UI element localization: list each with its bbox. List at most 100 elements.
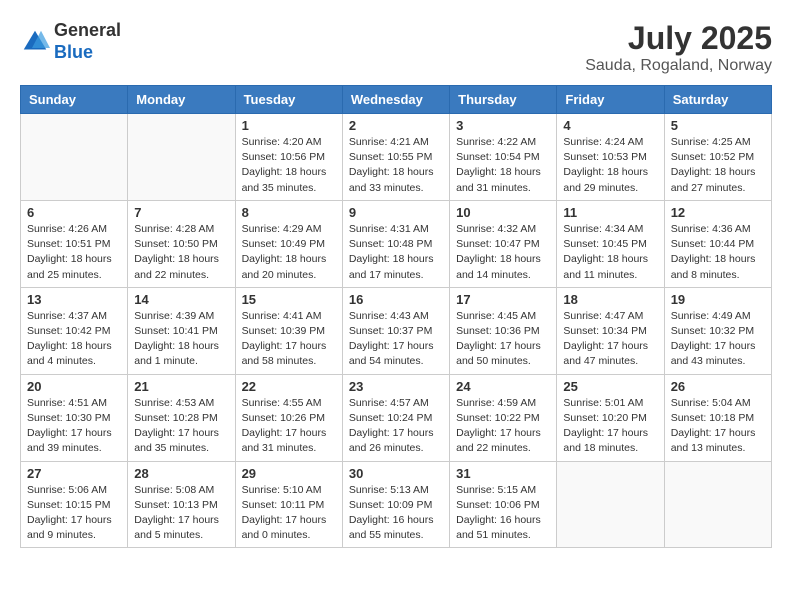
calendar-cell: 17 Sunrise: 4:45 AMSunset: 10:36 PMDaylig… <box>450 287 557 374</box>
day-number: 31 <box>456 466 550 481</box>
calendar-cell: 4 Sunrise: 4:24 AMSunset: 10:53 PMDayligh… <box>557 114 664 201</box>
day-number: 4 <box>563 118 657 133</box>
weekday-header-sunday: Sunday <box>21 86 128 114</box>
day-number: 14 <box>134 292 228 307</box>
weekday-header-monday: Monday <box>128 86 235 114</box>
calendar-cell <box>664 461 771 548</box>
calendar-week-row: 13 Sunrise: 4:37 AMSunset: 10:42 PMDaylig… <box>21 287 772 374</box>
header: General Blue July 2025 Sauda, Rogaland, … <box>20 20 772 75</box>
day-info: Sunrise: 4:29 AMSunset: 10:49 PMDaylight… <box>242 222 336 283</box>
calendar-cell: 26 Sunrise: 5:04 AMSunset: 10:18 PMDaylig… <box>664 374 771 461</box>
calendar-cell: 10Sunrise: 4:32 AMSunset: 10:47 PMDaylig… <box>450 200 557 287</box>
location-label: Sauda, Rogaland, Norway <box>585 57 772 75</box>
day-info: Sunrise: 4:31 AMSunset: 10:48 PMDaylight… <box>349 222 443 283</box>
day-number: 17 <box>456 292 550 307</box>
calendar-cell: 6 Sunrise: 4:26 AMSunset: 10:51 PMDayligh… <box>21 200 128 287</box>
calendar-cell <box>557 461 664 548</box>
weekday-header-tuesday: Tuesday <box>235 86 342 114</box>
calendar-cell: 18 Sunrise: 4:47 AMSunset: 10:34 PMDaylig… <box>557 287 664 374</box>
calendar-cell: 14 Sunrise: 4:39 AMSunset: 10:41 PMDaylig… <box>128 287 235 374</box>
day-number: 28 <box>134 466 228 481</box>
day-info: Sunrise: 4:20 AMSunset: 10:56 PMDaylight… <box>242 135 336 196</box>
day-number: 29 <box>242 466 336 481</box>
day-number: 11 <box>563 205 657 220</box>
day-info: Sunrise: 4:55 AMSunset: 10:26 PMDaylight… <box>242 396 336 457</box>
day-number: 26 <box>671 379 765 394</box>
day-number: 30 <box>349 466 443 481</box>
day-info: Sunrise: 5:08 AMSunset: 10:13 PMDaylight… <box>134 483 228 544</box>
day-info: Sunrise: 5:15 AMSunset: 10:06 PMDaylight… <box>456 483 550 544</box>
calendar-week-row: 6 Sunrise: 4:26 AMSunset: 10:51 PMDayligh… <box>21 200 772 287</box>
day-info: Sunrise: 4:59 AMSunset: 10:22 PMDaylight… <box>456 396 550 457</box>
calendar-week-row: 20 Sunrise: 4:51 AMSunset: 10:30 PMDaylig… <box>21 374 772 461</box>
calendar-cell: 30 Sunrise: 5:13 AMSunset: 10:09 PMDaylig… <box>342 461 449 548</box>
logo-text: General Blue <box>54 20 121 63</box>
day-info: Sunrise: 4:51 AMSunset: 10:30 PMDaylight… <box>27 396 121 457</box>
calendar-cell: 2 Sunrise: 4:21 AMSunset: 10:55 PMDayligh… <box>342 114 449 201</box>
title-section: July 2025 Sauda, Rogaland, Norway <box>585 20 772 75</box>
day-number: 8 <box>242 205 336 220</box>
day-info: Sunrise: 4:47 AMSunset: 10:34 PMDaylight… <box>563 309 657 370</box>
calendar-week-row: 27Sunrise: 5:06 AMSunset: 10:15 PMDaylig… <box>21 461 772 548</box>
day-number: 3 <box>456 118 550 133</box>
day-info: Sunrise: 4:37 AMSunset: 10:42 PMDaylight… <box>27 309 121 370</box>
calendar-cell: 12 Sunrise: 4:36 AMSunset: 10:44 PMDaylig… <box>664 200 771 287</box>
calendar-cell: 8 Sunrise: 4:29 AMSunset: 10:49 PMDayligh… <box>235 200 342 287</box>
day-number: 1 <box>242 118 336 133</box>
day-info: Sunrise: 5:10 AMSunset: 10:11 PMDaylight… <box>242 483 336 544</box>
day-info: Sunrise: 4:24 AMSunset: 10:53 PMDaylight… <box>563 135 657 196</box>
day-number: 22 <box>242 379 336 394</box>
day-number: 18 <box>563 292 657 307</box>
day-number: 9 <box>349 205 443 220</box>
calendar-cell: 3 Sunrise: 4:22 AMSunset: 10:54 PMDayligh… <box>450 114 557 201</box>
day-info: Sunrise: 4:21 AMSunset: 10:55 PMDaylight… <box>349 135 443 196</box>
day-info: Sunrise: 4:43 AMSunset: 10:37 PMDaylight… <box>349 309 443 370</box>
day-number: 2 <box>349 118 443 133</box>
month-year-title: July 2025 <box>585 20 772 57</box>
day-number: 23 <box>349 379 443 394</box>
day-info: Sunrise: 4:41 AMSunset: 10:39 PMDaylight… <box>242 309 336 370</box>
calendar-cell <box>21 114 128 201</box>
day-number: 25 <box>563 379 657 394</box>
day-number: 21 <box>134 379 228 394</box>
calendar-cell: 5Sunrise: 4:25 AMSunset: 10:52 PMDayligh… <box>664 114 771 201</box>
calendar-cell: 9 Sunrise: 4:31 AMSunset: 10:48 PMDayligh… <box>342 200 449 287</box>
day-info: Sunrise: 4:32 AMSunset: 10:47 PMDaylight… <box>456 222 550 283</box>
day-info: Sunrise: 4:45 AMSunset: 10:36 PMDaylight… <box>456 309 550 370</box>
calendar-cell: 21Sunrise: 4:53 AMSunset: 10:28 PMDaylig… <box>128 374 235 461</box>
day-number: 13 <box>27 292 121 307</box>
day-number: 12 <box>671 205 765 220</box>
calendar-cell: 29 Sunrise: 5:10 AMSunset: 10:11 PMDaylig… <box>235 461 342 548</box>
calendar-cell: 27Sunrise: 5:06 AMSunset: 10:15 PMDaylig… <box>21 461 128 548</box>
calendar-cell: 11Sunrise: 4:34 AMSunset: 10:45 PMDaylig… <box>557 200 664 287</box>
logo-blue-label: Blue <box>54 42 121 64</box>
calendar-cell: 31 Sunrise: 5:15 AMSunset: 10:06 PMDaylig… <box>450 461 557 548</box>
day-number: 15 <box>242 292 336 307</box>
day-info: Sunrise: 4:28 AMSunset: 10:50 PMDaylight… <box>134 222 228 283</box>
calendar-cell: 20 Sunrise: 4:51 AMSunset: 10:30 PMDaylig… <box>21 374 128 461</box>
day-info: Sunrise: 5:01 AMSunset: 10:20 PMDaylight… <box>563 396 657 457</box>
day-number: 20 <box>27 379 121 394</box>
calendar-cell: 28 Sunrise: 5:08 AMSunset: 10:13 PMDaylig… <box>128 461 235 548</box>
calendar-cell: 23Sunrise: 4:57 AMSunset: 10:24 PMDaylig… <box>342 374 449 461</box>
weekday-header-thursday: Thursday <box>450 86 557 114</box>
logo: General Blue <box>20 20 121 63</box>
day-info: Sunrise: 4:26 AMSunset: 10:51 PMDaylight… <box>27 222 121 283</box>
day-number: 6 <box>27 205 121 220</box>
weekday-header-saturday: Saturday <box>664 86 771 114</box>
calendar-cell: 15 Sunrise: 4:41 AMSunset: 10:39 PMDaylig… <box>235 287 342 374</box>
day-number: 7 <box>134 205 228 220</box>
day-info: Sunrise: 4:36 AMSunset: 10:44 PMDaylight… <box>671 222 765 283</box>
day-info: Sunrise: 4:22 AMSunset: 10:54 PMDaylight… <box>456 135 550 196</box>
day-number: 19 <box>671 292 765 307</box>
calendar-cell: 24 Sunrise: 4:59 AMSunset: 10:22 PMDaylig… <box>450 374 557 461</box>
day-info: Sunrise: 4:39 AMSunset: 10:41 PMDaylight… <box>134 309 228 370</box>
day-number: 24 <box>456 379 550 394</box>
day-number: 5 <box>671 118 765 133</box>
day-info: Sunrise: 4:49 AMSunset: 10:32 PMDaylight… <box>671 309 765 370</box>
logo-icon <box>20 27 50 57</box>
day-info: Sunrise: 5:13 AMSunset: 10:09 PMDaylight… <box>349 483 443 544</box>
calendar-cell: 1 Sunrise: 4:20 AMSunset: 10:56 PMDayligh… <box>235 114 342 201</box>
day-info: Sunrise: 5:04 AMSunset: 10:18 PMDaylight… <box>671 396 765 457</box>
weekday-header-wednesday: Wednesday <box>342 86 449 114</box>
